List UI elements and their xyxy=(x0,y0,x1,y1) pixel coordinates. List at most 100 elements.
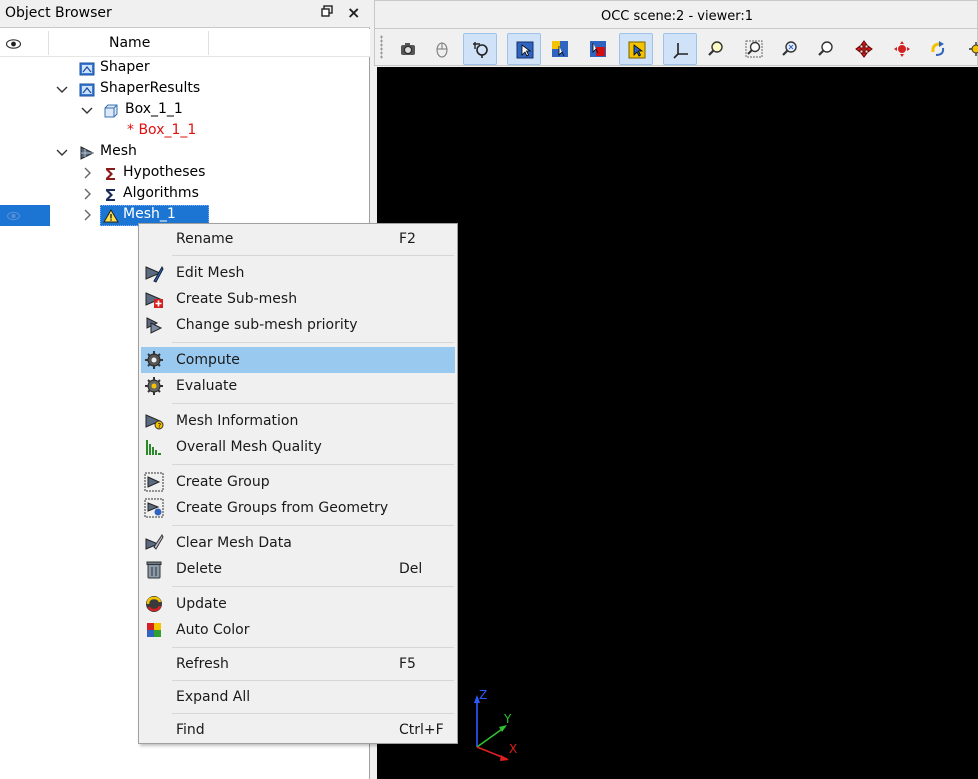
global-pan-icon[interactable] xyxy=(885,33,919,65)
menu-item-rename[interactable]: Rename F2 xyxy=(141,226,455,252)
menu-separator xyxy=(172,586,454,587)
menu-item-expand-all[interactable]: Expand All xyxy=(141,684,455,710)
fit-selection-icon[interactable] xyxy=(773,33,807,65)
menu-item-clear-mesh-data[interactable]: Clear Mesh Data xyxy=(141,530,455,556)
menu-item-shortcut: F5 xyxy=(399,656,416,672)
mesh-info-icon: ? xyxy=(144,411,164,431)
menu-separator xyxy=(172,713,454,714)
update-icon xyxy=(144,594,164,614)
axis-x-label: X xyxy=(509,742,517,756)
tree-item-algorithms[interactable]: Algorithms xyxy=(0,184,370,205)
menu-separator xyxy=(172,403,454,404)
show-trihedron-icon[interactable] xyxy=(663,33,697,65)
viewer-titlebar: OCC scene:2 - viewer:1 xyxy=(374,0,978,28)
zoom-icon[interactable] xyxy=(809,33,843,65)
menu-item-change-submesh-priority[interactable]: Change sub-mesh priority xyxy=(141,312,455,338)
menu-item-label: Expand All xyxy=(176,689,251,705)
tree-item-shaper[interactable]: Shaper xyxy=(0,58,370,79)
menu-item-delete[interactable]: Delete Del xyxy=(141,556,455,582)
menu-item-compute[interactable]: Compute xyxy=(141,347,455,373)
tree-item-label: Hypotheses xyxy=(123,164,206,180)
groups-from-geometry-icon xyxy=(144,498,164,518)
menu-item-label: Create Group xyxy=(176,474,270,490)
menu-item-find[interactable]: Find Ctrl+F xyxy=(141,717,455,743)
chevron-down-icon[interactable] xyxy=(55,81,69,97)
evaluate-gear-icon xyxy=(144,376,164,396)
edit-mesh-icon xyxy=(144,263,164,283)
menu-item-overall-mesh-quality[interactable]: Overall Mesh Quality xyxy=(141,434,455,460)
tree-item-label: Shaper xyxy=(100,59,150,75)
name-column-header[interactable]: Name xyxy=(109,35,150,51)
shaper-results-icon xyxy=(79,82,95,98)
menu-item-auto-color[interactable]: Auto Color xyxy=(141,617,455,643)
menu-item-label: Find xyxy=(176,722,205,738)
menu-item-shortcut: Del xyxy=(399,561,423,577)
float-dock-icon[interactable] xyxy=(321,5,333,21)
box-solid-icon xyxy=(103,103,119,119)
tree-item-label: Algorithms xyxy=(123,185,199,201)
rotation-point-icon[interactable] xyxy=(959,33,978,65)
fit-all-icon[interactable] xyxy=(699,33,733,65)
chevron-right-icon[interactable] xyxy=(80,207,94,223)
submesh-priority-icon xyxy=(144,315,164,335)
interaction-style-icon[interactable] xyxy=(463,33,497,65)
menu-item-label: Change sub-mesh priority xyxy=(176,317,358,333)
rotate-icon[interactable] xyxy=(921,33,955,65)
object-browser-title: Object Browser xyxy=(5,5,112,21)
auto-color-palette-icon xyxy=(144,620,164,640)
preselection-icon[interactable] xyxy=(581,33,615,65)
menu-item-label: Rename xyxy=(176,231,234,247)
chevron-right-icon[interactable] xyxy=(80,186,94,202)
compute-gear-icon xyxy=(144,350,164,370)
menu-item-mesh-information[interactable]: ? Mesh Information xyxy=(141,408,455,434)
menu-item-shortcut: F2 xyxy=(399,231,416,247)
menu-item-create-group[interactable]: Create Group xyxy=(141,469,455,495)
clear-mesh-brush-icon xyxy=(144,533,164,553)
menu-item-update[interactable]: Update xyxy=(141,591,455,617)
fit-area-icon[interactable] xyxy=(737,33,771,65)
create-group-icon xyxy=(144,472,164,492)
tree-item-label: * Box_1_1 xyxy=(127,122,197,138)
mouse-mode-icon[interactable] xyxy=(425,33,459,65)
menu-item-label: Create Sub-mesh xyxy=(176,291,298,307)
zooming-style-icon[interactable] xyxy=(543,33,577,65)
chevron-down-icon[interactable] xyxy=(55,144,69,160)
close-icon[interactable]: × xyxy=(347,3,360,22)
chevron-down-icon[interactable] xyxy=(80,102,94,118)
tree-item-label: Mesh xyxy=(100,143,137,159)
tree-item-shaper-results[interactable]: ShaperResults xyxy=(0,79,370,100)
dump-view-icon[interactable] xyxy=(391,33,425,65)
header-divider xyxy=(48,31,49,55)
selection-rect-icon[interactable] xyxy=(507,33,541,65)
shaper-module-icon xyxy=(79,61,95,77)
tree-item-box-1-1[interactable]: Box_1_1 xyxy=(0,100,370,121)
object-browser-titlebar: Object Browser × xyxy=(0,0,370,28)
menu-item-label: Auto Color xyxy=(176,622,250,638)
menu-item-label: Evaluate xyxy=(176,378,238,394)
tree-item-mesh-module[interactable]: Mesh xyxy=(0,142,370,163)
pan-icon[interactable] xyxy=(847,33,881,65)
3d-viewport[interactable]: Z Y X xyxy=(377,67,978,779)
menu-item-evaluate[interactable]: Evaluate xyxy=(141,373,455,399)
tree-item-label: Mesh_1 xyxy=(123,206,176,222)
create-submesh-icon xyxy=(144,289,164,309)
selected-visibility-cell[interactable] xyxy=(0,205,50,226)
toolbar-grip[interactable] xyxy=(380,35,383,59)
viewer-title: OCC scene:2 - viewer:1 xyxy=(601,9,753,24)
mesh-module-icon xyxy=(79,145,95,161)
menu-item-edit-mesh[interactable]: Edit Mesh xyxy=(141,260,455,286)
menu-item-refresh[interactable]: Refresh F5 xyxy=(141,651,455,677)
tree-header: Name xyxy=(0,29,370,57)
menu-item-label: Edit Mesh xyxy=(176,265,245,281)
visibility-eye-icon[interactable] xyxy=(5,37,22,49)
menu-separator xyxy=(172,464,454,465)
menu-item-create-groups-from-geometry[interactable]: Create Groups from Geometry xyxy=(141,495,455,521)
tree-item-box-1-1-reference[interactable]: * Box_1_1 xyxy=(0,121,370,142)
selection-icon[interactable] xyxy=(619,33,653,65)
chevron-right-icon[interactable] xyxy=(80,165,94,181)
tree-item-hypotheses[interactable]: Hypotheses xyxy=(0,163,370,184)
menu-item-create-submesh[interactable]: Create Sub-mesh xyxy=(141,286,455,312)
menu-separator xyxy=(172,525,454,526)
viewer-toolbar xyxy=(374,28,978,66)
axis-triad: Z Y X xyxy=(474,688,517,761)
